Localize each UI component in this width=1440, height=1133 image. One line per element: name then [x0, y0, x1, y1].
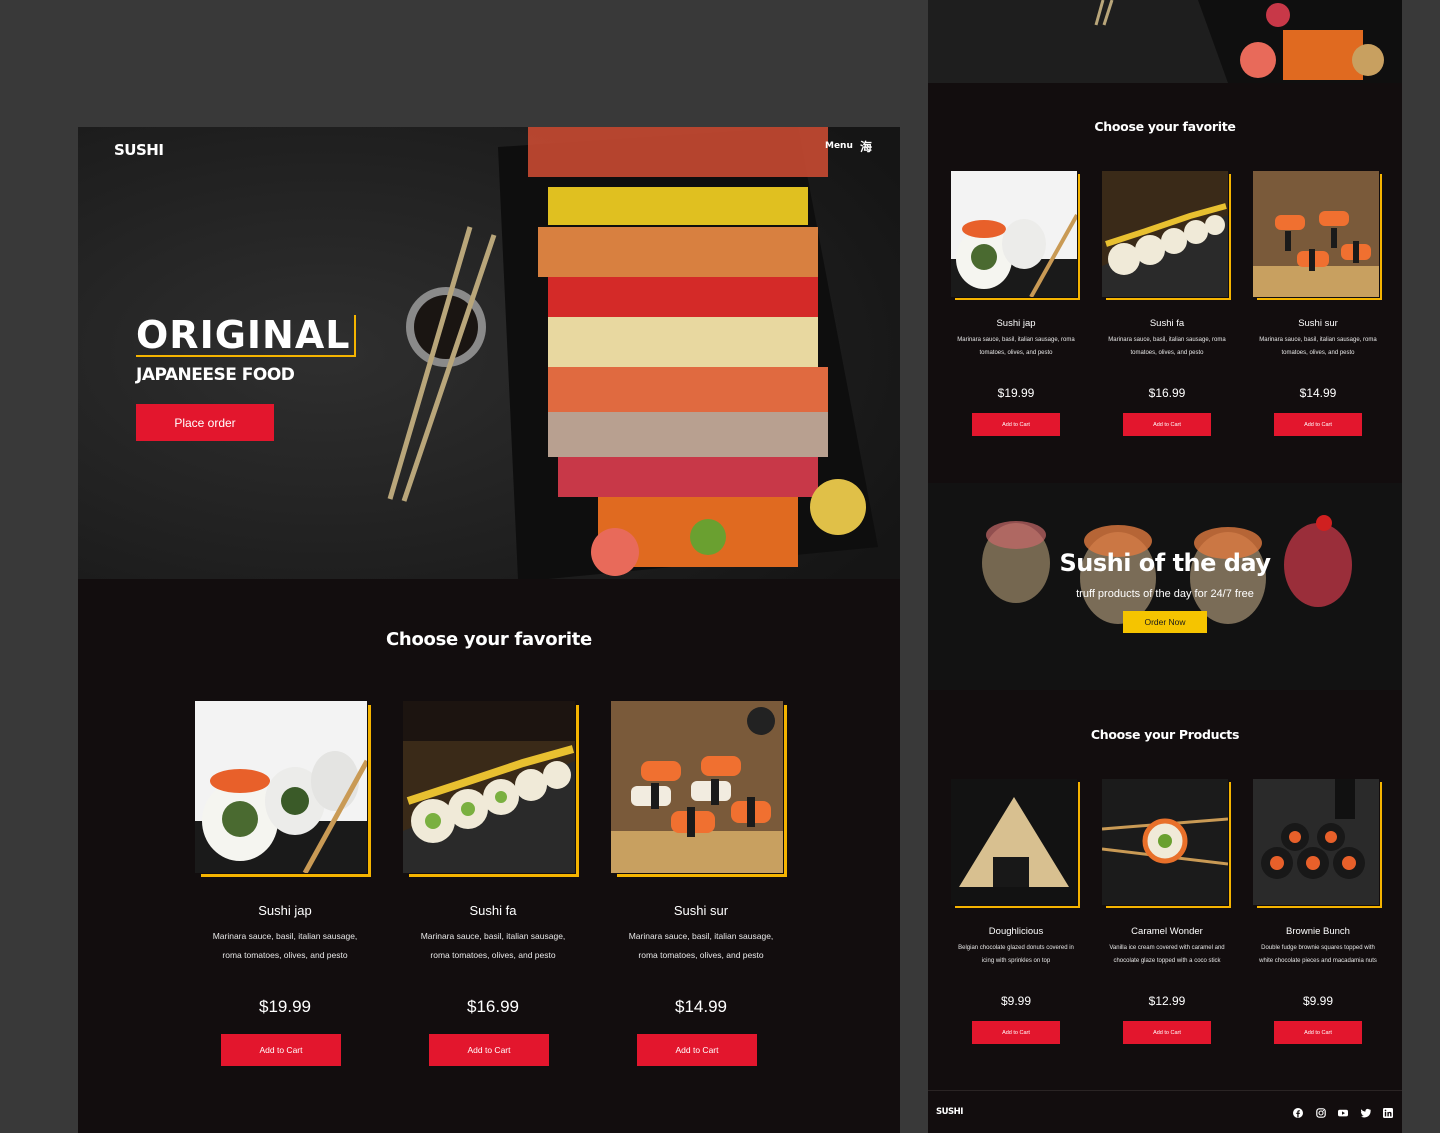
product-price: $19.99 — [259, 997, 311, 1016]
sushi-of-the-day-title: Sushi of the day — [1059, 549, 1271, 577]
product-description: Marinara sauce, basil, italian sausage, … — [1259, 337, 1377, 357]
sushi-of-the-day-image — [928, 483, 1402, 690]
add-to-cart-button[interactable]: Add to Cart — [1274, 413, 1362, 436]
product-description: Vanilla ice cream covered with caramel a… — [1109, 945, 1225, 965]
sushi-of-the-day-banner: Sushi of the day truff products of the d… — [928, 483, 1402, 690]
product-description: Marinara sauce, basil, italian sausage, … — [957, 337, 1075, 357]
hero-section: SUSHI Menu 海 ORIGINAL JAPANEESE FOOD Pla… — [78, 127, 900, 579]
product-price: $9.99 — [1000, 994, 1032, 1008]
product-card: Caramel Wonder Vanilla ice cream covered… — [1102, 779, 1232, 1049]
add-to-cart-button[interactable]: Add to Cart — [1123, 1021, 1211, 1044]
add-to-cart-button[interactable]: Add to Cart — [221, 1034, 341, 1066]
product-card: Sushi jap Marinara sauce, basil, italian… — [951, 171, 1081, 441]
instagram-icon[interactable] — [1316, 1108, 1326, 1118]
order-now-button[interactable]: Order Now — [1123, 611, 1207, 633]
product-description: Marinara sauce, basil, italian sausage, … — [1108, 337, 1226, 357]
product-name: Sushi jap — [996, 318, 1036, 329]
sushi-fa-image — [1102, 171, 1228, 297]
products-title: Choose your Products — [1090, 727, 1240, 742]
sushi-jap-image — [951, 171, 1077, 297]
product-description: Marinara sauce, basil, italian sausage, … — [212, 931, 358, 960]
favorites-title: Choose your favorite — [386, 629, 592, 650]
doughlicious-image — [951, 779, 1077, 905]
product-price: $9.99 — [1302, 994, 1334, 1008]
menu-icon[interactable]: 海 — [860, 138, 872, 155]
sushi-of-the-day-subtitle: truff products of the day for 24/7 free — [1076, 588, 1254, 600]
product-name: Sushi fa — [469, 903, 517, 918]
favorites-title: Choose your favorite — [1094, 119, 1236, 134]
add-to-cart-button[interactable]: Add to Cart — [972, 413, 1060, 436]
linkedin-icon[interactable] — [1383, 1108, 1393, 1118]
sushi-fa-image — [403, 701, 575, 873]
add-to-cart-button[interactable]: Add to Cart — [1123, 413, 1211, 436]
product-name: Sushi fa — [1149, 318, 1185, 329]
footer: SUSHI — [928, 1090, 1402, 1133]
product-name: Doughlicious — [988, 926, 1044, 937]
product-price: $14.99 — [675, 997, 727, 1016]
product-name: Brownie Bunch — [1286, 926, 1350, 937]
product-price: $19.99 — [997, 386, 1035, 400]
product-card: Doughlicious Belgian chocolate glazed do… — [951, 779, 1081, 1049]
sushi-sur-image — [611, 701, 783, 873]
place-order-button[interactable]: Place order — [136, 404, 274, 441]
brownie-bunch-image — [1253, 779, 1379, 905]
caramel-wonder-image — [1102, 779, 1228, 905]
product-card: Sushi jap Marinara sauce, basil, italian… — [195, 701, 375, 1071]
product-description: Marinara sauce, basil, italian sausage, … — [628, 931, 774, 960]
youtube-icon[interactable] — [1338, 1108, 1348, 1118]
hero-image-crop — [928, 0, 1402, 83]
product-price: $14.99 — [1299, 386, 1337, 400]
product-name: Sushi jap — [258, 903, 312, 918]
landing-page-overview: Choose your favorite Sushi jap Marinara … — [928, 0, 1402, 1133]
add-to-cart-button[interactable]: Add to Cart — [429, 1034, 549, 1066]
twitter-icon[interactable] — [1361, 1108, 1371, 1118]
product-description: Belgian chocolate glazed donuts covered … — [958, 945, 1074, 965]
product-card: Sushi sur Marinara sauce, basil, italian… — [611, 701, 791, 1071]
product-price: $16.99 — [1148, 386, 1186, 400]
menu-link[interactable]: Menu — [825, 141, 853, 151]
product-card: Sushi fa Marinara sauce, basil, italian … — [403, 701, 583, 1071]
product-name: Caramel Wonder — [1131, 926, 1203, 937]
brand-logo[interactable]: SUSHI — [114, 141, 164, 159]
facebook-icon[interactable] — [1293, 1108, 1303, 1118]
footer-brand-logo[interactable]: SUSHI — [936, 1107, 963, 1117]
add-to-cart-button[interactable]: Add to Cart — [1274, 1021, 1362, 1044]
add-to-cart-button[interactable]: Add to Cart — [637, 1034, 757, 1066]
product-name: Sushi sur — [1298, 318, 1338, 329]
hero-subtitle: JAPANEESE FOOD — [136, 365, 295, 385]
product-price: $16.99 — [467, 997, 519, 1016]
product-price: $12.99 — [1148, 994, 1186, 1008]
sushi-jap-image — [195, 701, 367, 873]
product-card: Sushi fa Marinara sauce, basil, italian … — [1102, 171, 1232, 441]
hero-title: ORIGINAL — [136, 315, 357, 357]
product-description: Marinara sauce, basil, italian sausage, … — [420, 931, 566, 960]
product-card: Sushi sur Marinara sauce, basil, italian… — [1253, 171, 1383, 441]
landing-page-desktop: SUSHI Menu 海 ORIGINAL JAPANEESE FOOD Pla… — [78, 127, 900, 1133]
product-card: Brownie Bunch Double fudge brownie squar… — [1253, 779, 1383, 1049]
product-name: Sushi sur — [673, 903, 729, 918]
add-to-cart-button[interactable]: Add to Cart — [972, 1021, 1060, 1044]
sushi-sur-image — [1253, 171, 1379, 297]
product-description: Double fudge brownie squares topped with… — [1259, 945, 1377, 965]
